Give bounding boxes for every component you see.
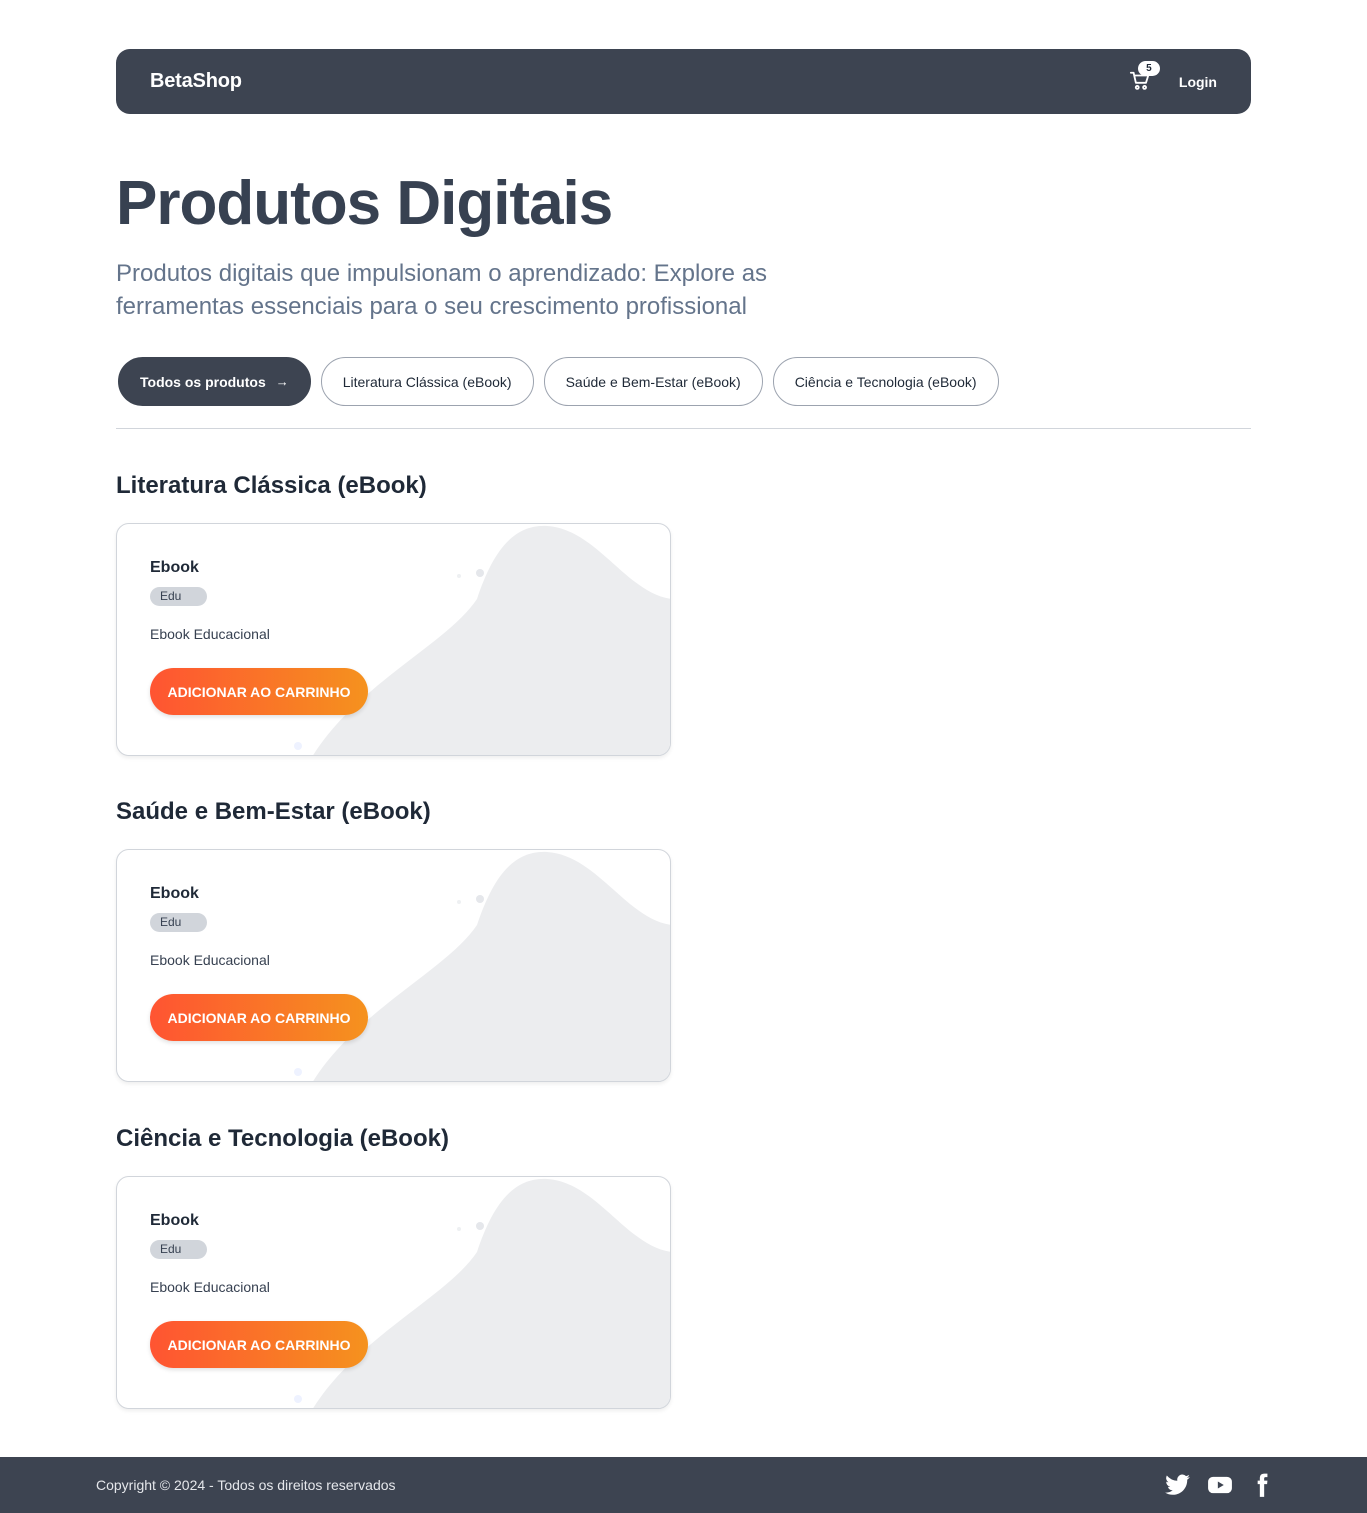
filter-label: Todos os produtos: [140, 373, 266, 390]
filter-label: Literatura Clássica (eBook): [342, 373, 512, 390]
page-title: Produtos Digitais: [116, 169, 613, 238]
nav-actions: 5 Login: [1129, 60, 1217, 94]
add-to-cart-button[interactable]: ADICIONAR AO CARRINHO: [150, 1321, 368, 1368]
navbar: BetaShop 5 Login: [116, 49, 1251, 114]
twitter-icon[interactable]: [1165, 1472, 1191, 1498]
section-title: Literatura Clássica (eBook): [116, 472, 427, 499]
copyright-text: Copyright © 2024 - Todos os direitos res…: [96, 1477, 396, 1493]
product-title: Ebook: [150, 885, 199, 902]
product-card: Ebook Edu Ebook Educacional ADICIONAR AO…: [116, 1176, 671, 1409]
product-badge: Edu: [150, 913, 207, 932]
divider: [116, 428, 1251, 429]
card-content: Ebook Edu Ebook Educacional ADICIONAR AO…: [150, 885, 368, 1041]
brand-logo[interactable]: BetaShop: [150, 70, 242, 93]
product-description: Ebook Educacional: [150, 626, 270, 642]
filter-label: Ciência e Tecnologia (eBook): [794, 373, 977, 390]
cart-count-badge: 5: [1137, 60, 1160, 76]
filter-all-products[interactable]: Todos os produtos →: [118, 357, 311, 406]
login-link[interactable]: Login: [1179, 74, 1217, 90]
cart-button[interactable]: 5: [1129, 60, 1160, 94]
section-title: Ciência e Tecnologia (eBook): [116, 1125, 449, 1152]
card-content: Ebook Edu Ebook Educacional ADICIONAR AO…: [150, 559, 368, 715]
product-badge: Edu: [150, 587, 207, 606]
page-subtitle: Produtos digitais que impulsionam o apre…: [116, 260, 768, 320]
add-to-cart-button[interactable]: ADICIONAR AO CARRINHO: [150, 994, 368, 1041]
category-filters: Todos os produtos → Literatura Clássica …: [118, 357, 999, 406]
product-description: Ebook Educacional: [150, 1279, 270, 1295]
social-links: [1165, 1472, 1275, 1498]
product-description: Ebook Educacional: [150, 952, 270, 968]
filter-label: Saúde e Bem-Estar (eBook): [565, 373, 741, 390]
card-content: Ebook Edu Ebook Educacional ADICIONAR AO…: [150, 1212, 368, 1368]
add-to-cart-button[interactable]: ADICIONAR AO CARRINHO: [150, 668, 368, 715]
youtube-icon[interactable]: [1207, 1472, 1233, 1498]
product-card: Ebook Edu Ebook Educacional ADICIONAR AO…: [116, 849, 671, 1082]
filter-saude-bem-estar[interactable]: Saúde e Bem-Estar (eBook): [543, 357, 763, 406]
product-title: Ebook: [150, 1212, 199, 1229]
filter-literatura-classica[interactable]: Literatura Clássica (eBook): [320, 357, 534, 406]
product-badge: Edu: [150, 1240, 207, 1259]
product-title: Ebook: [150, 559, 199, 576]
filter-ciencia-tecnologia[interactable]: Ciência e Tecnologia (eBook): [772, 357, 999, 406]
footer: Copyright © 2024 - Todos os direitos res…: [0, 1457, 1367, 1513]
product-card: Ebook Edu Ebook Educacional ADICIONAR AO…: [116, 523, 671, 756]
section-title: Saúde e Bem-Estar (eBook): [116, 798, 431, 825]
facebook-icon[interactable]: [1249, 1472, 1275, 1498]
arrow-right-icon: →: [275, 374, 289, 389]
